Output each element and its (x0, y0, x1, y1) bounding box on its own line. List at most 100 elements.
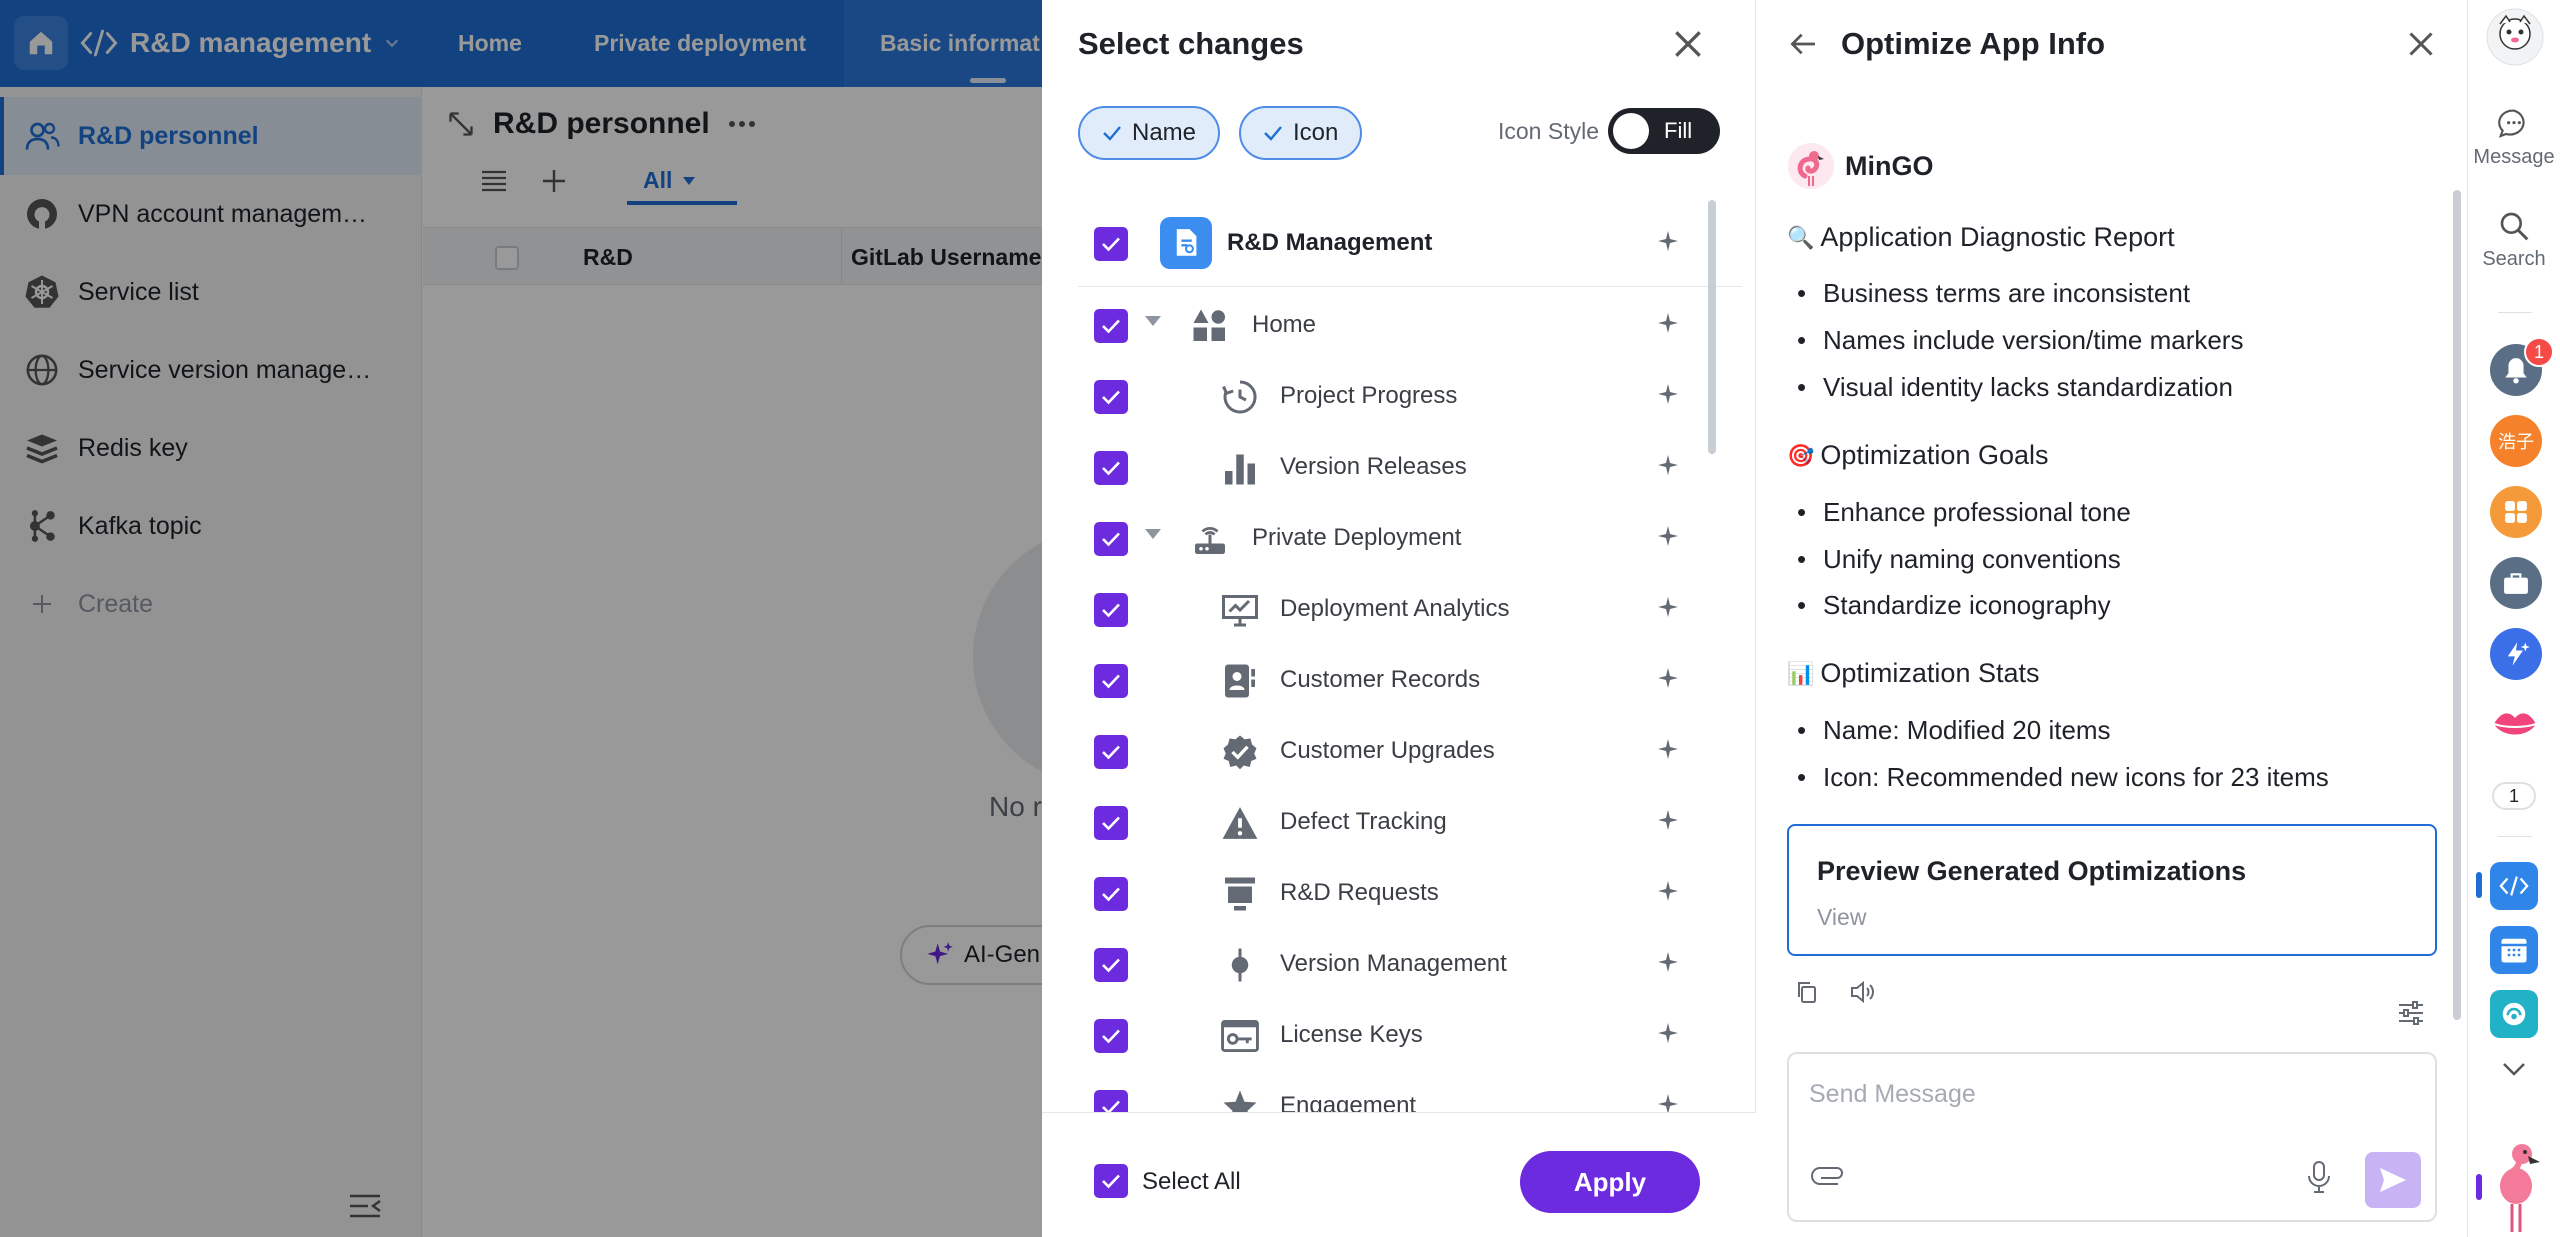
list-item-root: R&D Management (1042, 205, 1742, 276)
copy-icon[interactable] (1795, 980, 1819, 1004)
changes-list: R&D Management Home Project Progress Ver… (1042, 200, 1756, 1112)
sparkle-icon[interactable] (1656, 453, 1680, 477)
flamingo-mascot-icon[interactable] (2488, 1138, 2544, 1234)
rail-contact-avatar[interactable]: 浩子 (2490, 415, 2542, 467)
select-all-checkbox[interactable] (1094, 1164, 1128, 1198)
close-icon[interactable] (2403, 26, 2439, 62)
message-input[interactable] (1809, 1074, 2409, 1114)
panel-footer: Select All Apply (1042, 1112, 1756, 1237)
item-checkbox[interactable] (1094, 877, 1128, 911)
code-icon (2499, 876, 2529, 896)
item-checkbox[interactable] (1094, 1019, 1128, 1053)
search-icon (2500, 212, 2529, 241)
item-label: R&D Requests (1280, 879, 1439, 906)
item-checkbox[interactable] (1094, 593, 1128, 627)
item-checkbox[interactable] (1094, 309, 1128, 343)
microphone-icon[interactable] (2307, 1160, 2331, 1194)
sparkle-icon[interactable] (1656, 595, 1680, 619)
sparkle-icon[interactable] (1656, 311, 1680, 335)
item-label: Private Deployment (1252, 524, 1462, 551)
sparkle-icon[interactable] (1656, 879, 1680, 903)
bullet-item: Standardize iconography (1797, 590, 2111, 621)
check-icon (1102, 1174, 1120, 1189)
router-icon (1190, 519, 1230, 559)
check-icon (1102, 532, 1120, 547)
rail-app-workspace[interactable] (2490, 486, 2542, 538)
item-checkbox[interactable] (1094, 664, 1128, 698)
sparkle-icon[interactable] (1656, 382, 1680, 406)
list-scrollbar[interactable] (1708, 200, 1716, 454)
rail-app-rd-management[interactable] (2490, 862, 2538, 910)
sparkle-icon[interactable] (1656, 950, 1680, 974)
icon-style-toggle[interactable]: Fill (1608, 108, 1720, 154)
item-checkbox[interactable] (1094, 806, 1128, 840)
list-item: R&D Requests (1042, 855, 1742, 926)
rail-search[interactable]: Search (2468, 210, 2560, 271)
settings-sliders-icon[interactable] (2397, 1000, 2425, 1026)
item-label: Engagement (1280, 1092, 1417, 1112)
item-checkbox[interactable] (1094, 1090, 1128, 1112)
check-icon (1102, 461, 1120, 476)
chart-emoji-icon: 📊 (1787, 660, 1815, 686)
check-icon (1102, 674, 1120, 689)
item-checkbox[interactable] (1094, 735, 1128, 769)
item-checkbox[interactable] (1094, 380, 1128, 414)
list-item: Deployment Analytics (1042, 571, 1742, 642)
sparkle-icon[interactable] (1656, 524, 1680, 548)
item-checkbox[interactable] (1094, 948, 1128, 982)
flamingo-avatar-icon (1788, 143, 1834, 189)
rail-app-headset[interactable] (2490, 990, 2538, 1038)
item-label: Home (1252, 311, 1317, 338)
check-icon (1102, 958, 1120, 973)
unread-count-pill[interactable]: 1 (2492, 782, 2536, 810)
sparkle-icon[interactable] (1656, 1021, 1680, 1045)
modal-overlay[interactable] (0, 0, 1042, 1237)
shapes-icon (1190, 306, 1230, 346)
star-icon (1220, 1087, 1260, 1112)
paperclip-icon[interactable] (1811, 1164, 1847, 1188)
chevron-down-icon[interactable] (2500, 1060, 2528, 1078)
back-arrow-icon[interactable] (1787, 28, 1819, 60)
optimize-app-info-panel: Optimize App Info MinGO 🔍 Application Di… (1757, 0, 2468, 1237)
rail-app-calendar[interactable] (2490, 926, 2538, 974)
item-checkbox[interactable] (1094, 227, 1128, 261)
check-icon (1102, 887, 1120, 902)
notification-badge: 1 (2524, 337, 2554, 367)
card-view-link[interactable]: View (1817, 904, 1866, 931)
rail-messages[interactable]: Message (2468, 108, 2560, 169)
sparkle-icon[interactable] (1656, 229, 1680, 253)
user-avatar[interactable] (2486, 8, 2544, 66)
list-item: Customer Records (1042, 642, 1742, 713)
rail-app-briefcase[interactable] (2490, 557, 2542, 609)
close-icon[interactable] (1668, 24, 1708, 64)
rail-app-lips-icon[interactable] (2490, 700, 2540, 748)
item-checkbox[interactable] (1094, 451, 1128, 485)
sparkle-icon[interactable] (1656, 737, 1680, 761)
check-icon (1264, 126, 1282, 141)
rail-app-ai[interactable] (2490, 628, 2542, 680)
list-item: Version Releases (1042, 429, 1742, 500)
item-checkbox[interactable] (1094, 522, 1128, 556)
sparkle-icon[interactable] (1656, 808, 1680, 832)
preview-optimizations-card[interactable]: Preview Generated Optimizations View (1787, 824, 2437, 956)
chat-scrollbar[interactable] (2453, 190, 2461, 1020)
sparkle-icon[interactable] (1656, 1092, 1680, 1112)
item-label: Customer Upgrades (1280, 737, 1495, 764)
bell-icon (2505, 358, 2527, 384)
document-search-icon (1160, 217, 1212, 269)
check-icon (1102, 603, 1120, 618)
send-button[interactable] (2365, 1152, 2421, 1208)
caret-down-icon[interactable] (1144, 527, 1162, 541)
rail-divider (2498, 836, 2532, 837)
caret-down-icon[interactable] (1144, 314, 1162, 328)
message-actions (1795, 980, 1877, 1004)
icon-filter-chip[interactable]: Icon (1239, 106, 1363, 160)
sparkle-icon[interactable] (1656, 666, 1680, 690)
name-filter-chip[interactable]: Name (1078, 106, 1221, 160)
section-heading: 🎯 Optimization Goals (1787, 440, 2049, 471)
section-heading: 🔍 Application Diagnostic Report (1787, 222, 2175, 253)
speaker-icon[interactable] (1849, 980, 1877, 1004)
calendar-grid-icon (2501, 938, 2527, 963)
item-label: Customer Records (1280, 666, 1481, 693)
apply-button[interactable]: Apply (1520, 1151, 1700, 1213)
